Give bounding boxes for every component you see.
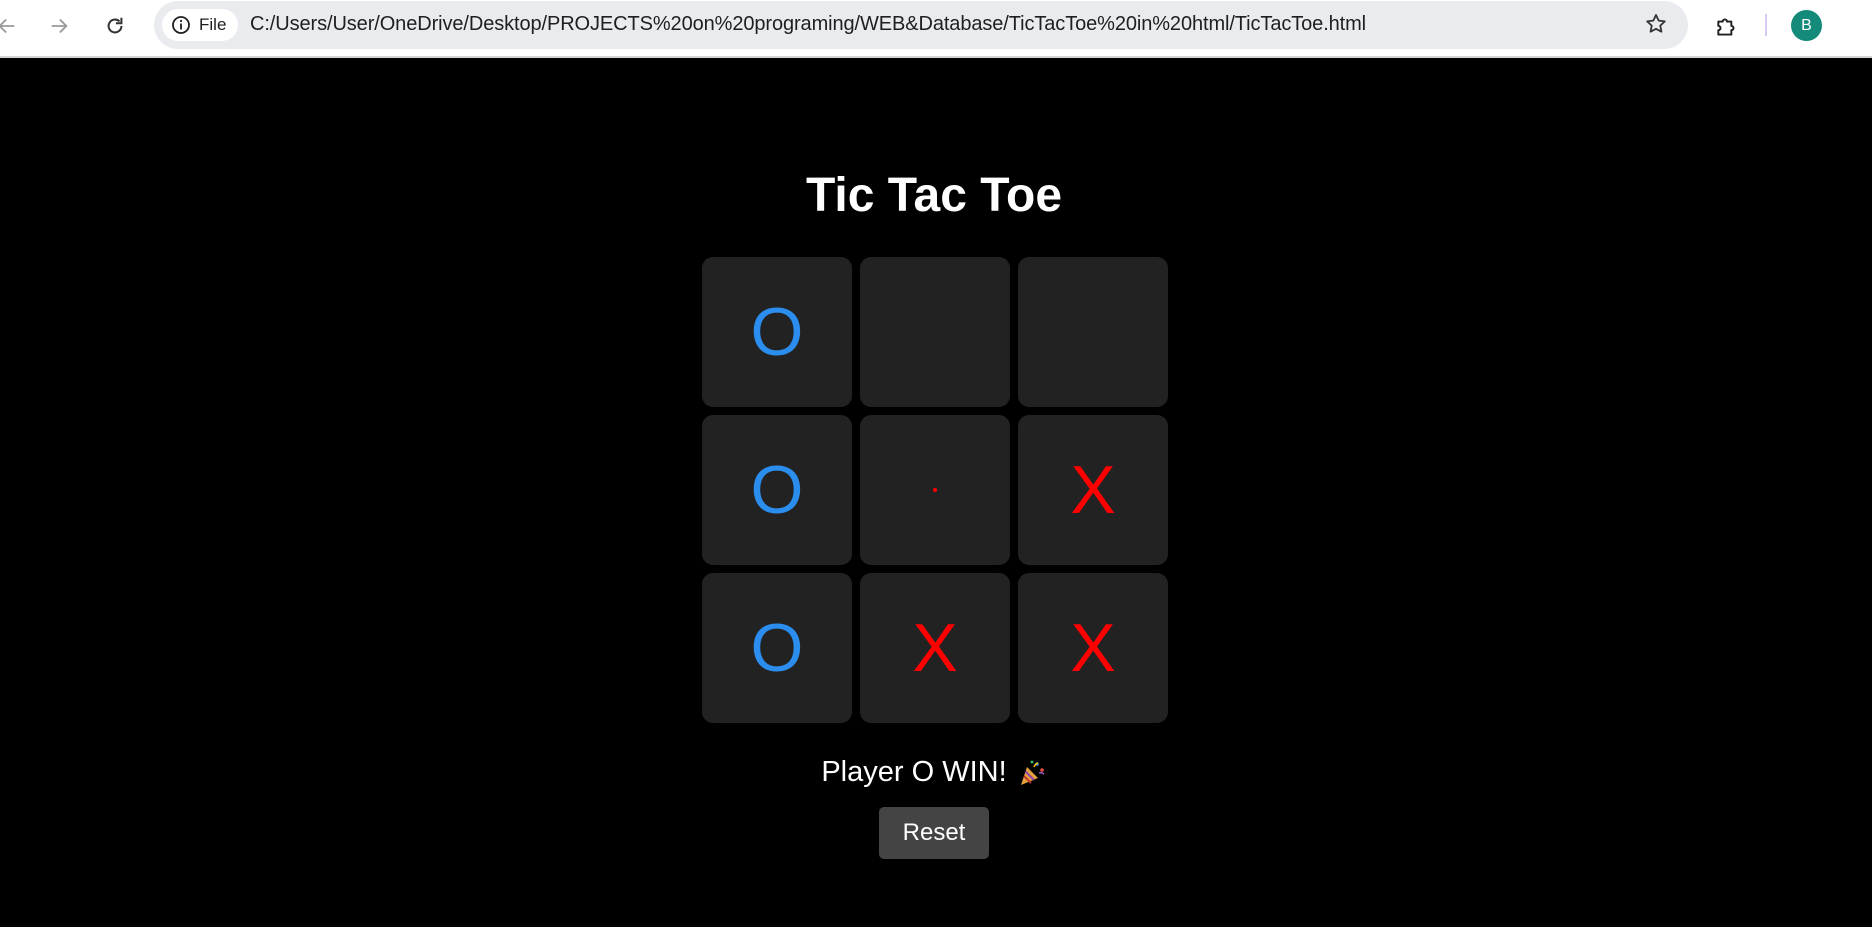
board-cell-0-2[interactable] xyxy=(1018,257,1168,407)
board-cell-2-0[interactable]: O xyxy=(702,573,852,723)
board-cell-1-0[interactable]: O xyxy=(702,415,852,565)
board-cell-2-2[interactable]: X xyxy=(1018,573,1168,723)
back-button[interactable] xyxy=(0,9,24,43)
info-icon xyxy=(171,15,191,35)
game-page: Tic Tac Toe O O X O X X Player O WIN! Re… xyxy=(0,60,1872,927)
game-board: O O X O X X xyxy=(702,257,1168,723)
cursor-dot xyxy=(933,488,937,492)
board-cell-2-1[interactable]: X xyxy=(860,573,1010,723)
site-info-label: File xyxy=(199,15,227,34)
arrow-right-icon xyxy=(51,18,68,34)
party-popper-icon xyxy=(1017,758,1047,788)
cell-mark: O xyxy=(750,294,804,370)
toolbar-divider xyxy=(1765,14,1767,36)
status-text: Player O WIN! xyxy=(821,756,1007,788)
cell-mark: X xyxy=(1070,610,1116,686)
url-text[interactable]: C:/Users/User/OneDrive/Desktop/PROJECTS%… xyxy=(250,13,1366,36)
game-title: Tic Tac Toe xyxy=(805,169,1063,222)
board-cell-0-0[interactable]: O xyxy=(702,257,852,407)
board-cell-0-1[interactable] xyxy=(860,257,1010,407)
profile-avatar[interactable]: B xyxy=(1791,10,1822,41)
arrow-left-icon xyxy=(0,18,15,34)
cell-mark: X xyxy=(1070,452,1116,528)
star-icon[interactable] xyxy=(1644,12,1668,36)
puzzle-icon xyxy=(1717,18,1735,36)
cell-mark: O xyxy=(750,610,804,686)
browser-toolbar: File C:/Users/User/OneDrive/Desktop/PROJ… xyxy=(0,0,1872,58)
board-cell-1-1[interactable] xyxy=(860,415,1010,565)
extensions-button[interactable] xyxy=(1710,10,1744,44)
site-info-chip[interactable]: File xyxy=(162,9,238,41)
address-bar[interactable]: File C:/Users/User/OneDrive/Desktop/PROJ… xyxy=(154,1,1688,49)
forward-button[interactable] xyxy=(42,9,76,43)
cell-mark: O xyxy=(750,452,804,528)
reload-icon xyxy=(107,17,123,34)
reload-button[interactable] xyxy=(98,9,132,43)
board-cell-1-2[interactable]: X xyxy=(1018,415,1168,565)
reset-button[interactable]: Reset xyxy=(879,807,989,859)
game-status: Player O WIN! xyxy=(0,756,1868,789)
cell-mark: X xyxy=(912,610,958,686)
